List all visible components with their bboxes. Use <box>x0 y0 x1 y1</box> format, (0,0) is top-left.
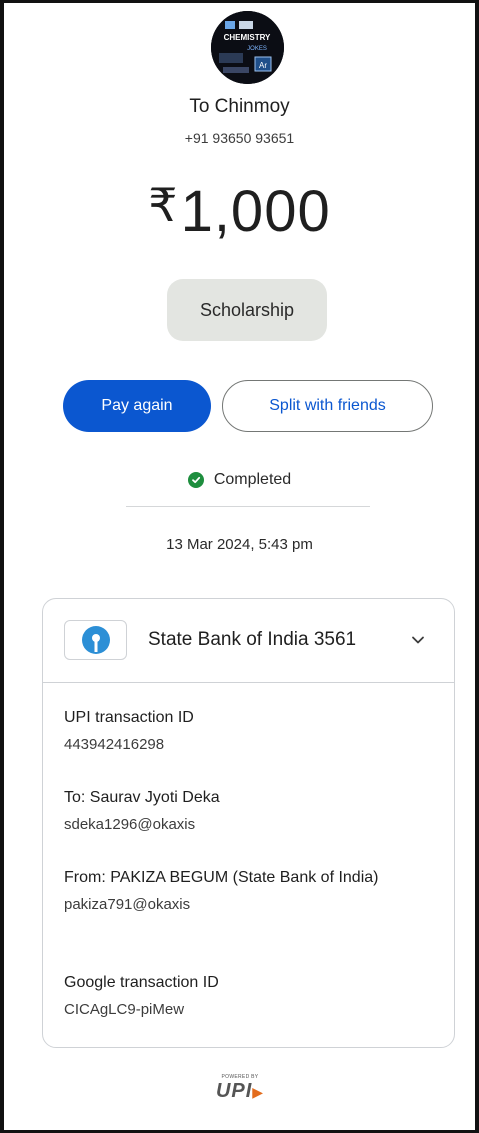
currency-symbol: ₹ <box>148 179 179 231</box>
check-circle-icon <box>187 472 204 488</box>
bank-account-name: State Bank of India 3561 <box>148 629 357 650</box>
detail-label: Google transaction ID <box>64 974 219 991</box>
payment-note-chip: Scholarship <box>167 279 327 341</box>
detail-google-transaction-id: Google transaction ID CICAgLC9-piMew <box>64 970 424 1018</box>
detail-from-account: From: PAKIZA BEGUM (State Bank of India)… <box>64 865 424 913</box>
status-label: Completed <box>213 471 292 488</box>
detail-value[interactable]: CICAgLC9-piMew <box>64 1001 424 1018</box>
detail-label: To: Saurav Jyoti Deka <box>64 789 220 806</box>
detail-to-account: To: Saurav Jyoti Deka sdeka1296@okaxis <box>64 785 424 833</box>
amount-value: 1,000 <box>180 179 331 244</box>
sbi-logo-icon <box>64 620 127 660</box>
detail-value[interactable]: sdeka1296@okaxis <box>64 816 424 833</box>
detail-label: UPI transaction ID <box>64 709 194 726</box>
transaction-details-card: State Bank of India 3561 UPI transaction… <box>42 598 455 1048</box>
avatar-word-ar: Ar <box>259 61 267 70</box>
detail-upi-transaction-id: UPI transaction ID 443942416298 <box>64 705 424 753</box>
avatar-word-jokes: JOKES <box>247 46 267 52</box>
detail-value[interactable]: 443942416298 <box>64 736 424 753</box>
detail-value[interactable]: pakiza791@okaxis <box>64 896 424 913</box>
avatar-word-chemistry: CHEMISTRY <box>224 33 271 42</box>
transaction-datetime: 13 Mar 2024, 5:43 pm <box>166 536 313 553</box>
upi-arrow-icon: ▶ <box>252 1084 265 1100</box>
powered-by-upi-logo: POWERED BY UPI▶ <box>210 1074 270 1114</box>
transaction-status: Completed <box>0 471 479 489</box>
detail-label: From: PAKIZA BEGUM (State Bank of India) <box>64 869 379 886</box>
pay-again-button[interactable]: Pay again <box>63 380 211 432</box>
bank-account-row[interactable]: State Bank of India 3561 <box>43 599 454 683</box>
split-with-friends-button[interactable]: Split with friends <box>222 380 433 432</box>
payment-amount: ₹1,000 <box>0 178 479 245</box>
payee-avatar[interactable]: CHEMISTRY JOKES Ar <box>211 11 284 84</box>
status-divider <box>126 506 370 507</box>
payee-phone: +91 93650 93651 <box>184 130 295 146</box>
payee-name: To Chinmoy <box>189 96 290 117</box>
upi-brand: UPI▶ <box>210 1080 270 1103</box>
upi-brand-text: UPI <box>215 1080 253 1102</box>
chevron-down-icon[interactable] <box>409 631 427 649</box>
